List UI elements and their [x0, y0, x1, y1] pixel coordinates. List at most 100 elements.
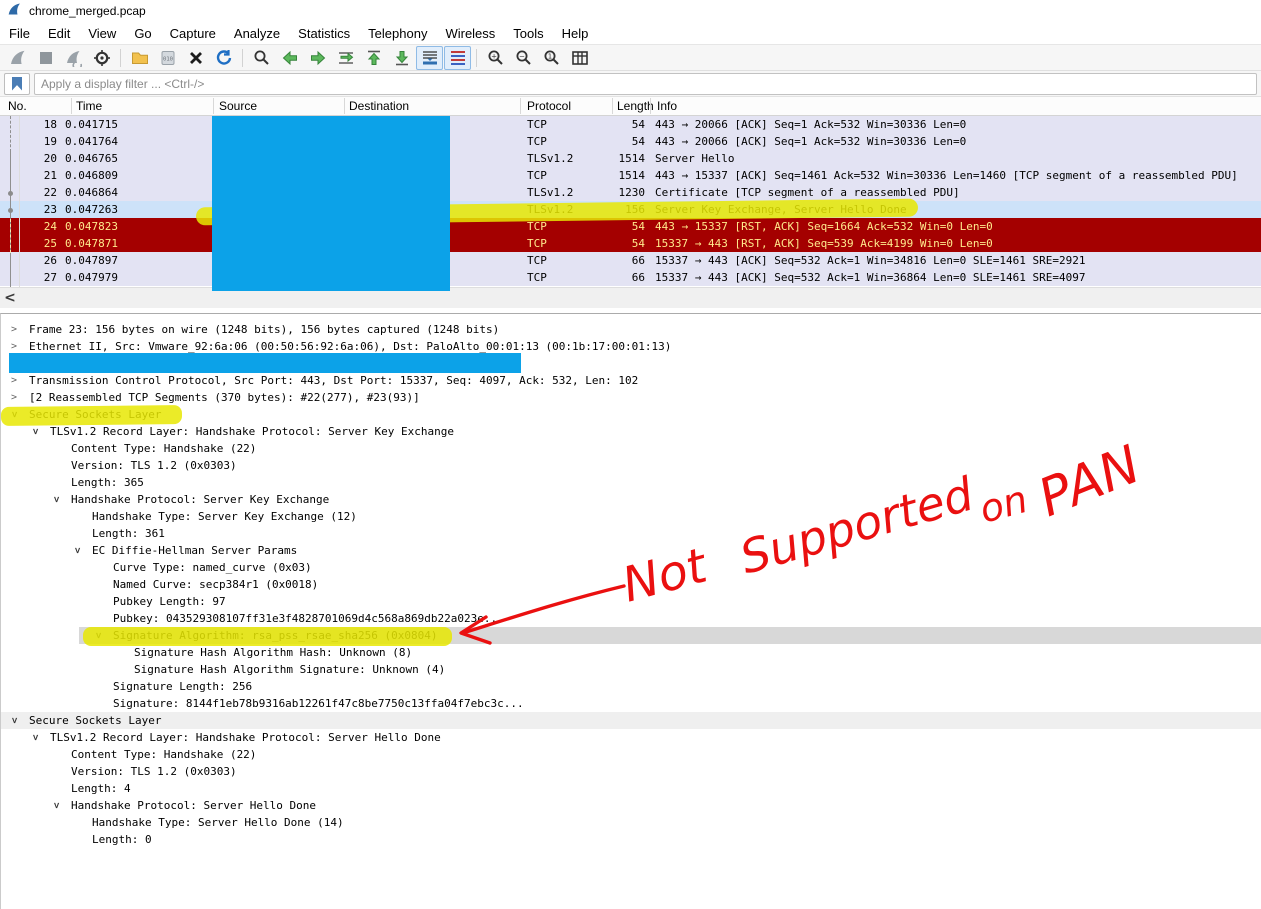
- restart-capture-icon[interactable]: [60, 46, 87, 70]
- packet-row-25[interactable]: 25 0.047871 TCP 54 15337 → 443 [RST, ACK] Se…: [0, 235, 1261, 252]
- detail-line-26[interactable]: Content Type: Handshake (22): [1, 746, 1261, 763]
- chevron-down-icon[interactable]: >: [48, 493, 65, 507]
- column-separator[interactable]: [344, 98, 345, 114]
- menu-item-help[interactable]: Help: [553, 24, 598, 43]
- main-toolbar: 010 + − 1: [0, 44, 1261, 71]
- filter-bookmark-button[interactable]: [4, 72, 30, 95]
- go-forward-icon[interactable]: [304, 46, 331, 70]
- open-file-icon[interactable]: [126, 46, 153, 70]
- scroll-left-icon[interactable]: <: [2, 289, 18, 307]
- chevron-right-icon[interactable]: >: [7, 389, 21, 406]
- packet-row-19[interactable]: 19 0.041764 TCP 54 443 → 20066 [ACK] Seq=1 A…: [0, 133, 1261, 150]
- detail-line-12[interactable]: Handshake Type: Server Key Exchange (12): [1, 508, 1261, 525]
- detail-line-18[interactable]: Pubkey: 043529308107ff31e3f4828701069d4c…: [1, 610, 1261, 627]
- packet-row-22[interactable]: 22 0.046864 TLSv1.2 1230 Certificate [TCP se…: [0, 184, 1261, 201]
- detail-line-21[interactable]: Signature Hash Algorithm Signature: Unkn…: [1, 661, 1261, 678]
- go-first-icon[interactable]: [360, 46, 387, 70]
- packet-row-21[interactable]: 21 0.046809 TCP 1514 443 → 15337 [ACK] Seq=1…: [0, 167, 1261, 184]
- start-capture-icon[interactable]: [4, 46, 31, 70]
- detail-line-3[interactable]: [1, 353, 1261, 373]
- column-header-source[interactable]: Source: [219, 97, 257, 115]
- stop-capture-icon[interactable]: [32, 46, 59, 70]
- menu-item-go[interactable]: Go: [125, 24, 160, 43]
- zoom-in-icon[interactable]: +: [482, 46, 509, 70]
- menu-item-edit[interactable]: Edit: [39, 24, 79, 43]
- menu-item-tools[interactable]: Tools: [504, 24, 552, 43]
- chevron-down-icon[interactable]: >: [69, 544, 86, 558]
- menu-item-capture[interactable]: Capture: [161, 24, 225, 43]
- column-header-info[interactable]: Info: [657, 97, 677, 115]
- reload-file-icon[interactable]: [210, 46, 237, 70]
- packet-row-26[interactable]: 26 0.047897 TCP 66 15337 → 443 [ACK] Seq=532…: [0, 252, 1261, 269]
- related-packets-indicator: [10, 219, 11, 253]
- detail-line-23[interactable]: Signature: 8144f1eb78b9316ab12261f47c8be…: [1, 695, 1261, 712]
- zoom-out-icon[interactable]: −: [510, 46, 537, 70]
- packet-row-20[interactable]: 20 0.046765 TLSv1.2 1514 Server Hello: [0, 150, 1261, 167]
- column-separator[interactable]: [213, 98, 214, 114]
- detail-text: Length: 4: [71, 782, 131, 795]
- detail-line-8[interactable]: Content Type: Handshake (22): [1, 440, 1261, 457]
- detail-line-7[interactable]: > TLSv1.2 Record Layer: Handshake Protoco…: [1, 423, 1261, 440]
- column-header-length[interactable]: Length: [617, 97, 654, 115]
- chevron-down-icon[interactable]: >: [48, 799, 65, 813]
- column-header-no[interactable]: No.: [8, 97, 27, 115]
- capture-options-icon[interactable]: [88, 46, 115, 70]
- column-separator[interactable]: [520, 98, 521, 114]
- detail-line-17[interactable]: Pubkey Length: 97: [1, 593, 1261, 610]
- column-separator[interactable]: [71, 98, 72, 114]
- detail-line-4[interactable]: > Transmission Control Protocol, Src Port…: [1, 372, 1261, 389]
- chevron-down-icon[interactable]: >: [6, 714, 23, 728]
- detail-line-15[interactable]: Curve Type: named_curve (0x03): [1, 559, 1261, 576]
- menu-item-analyze[interactable]: Analyze: [225, 24, 289, 43]
- detail-line-11[interactable]: > Handshake Protocol: Server Key Exchange: [1, 491, 1261, 508]
- detail-line-20[interactable]: Signature Hash Algorithm Hash: Unknown (…: [1, 644, 1261, 661]
- packet-row-27[interactable]: 27 0.047979 TCP 66 15337 → 443 [ACK] Seq=532…: [0, 269, 1261, 286]
- go-back-icon[interactable]: [276, 46, 303, 70]
- detail-line-9[interactable]: Version: TLS 1.2 (0x0303): [1, 457, 1261, 474]
- menu-item-wireless[interactable]: Wireless: [436, 24, 504, 43]
- detail-line-6[interactable]: >Secure Sockets Layer: [1, 406, 1261, 423]
- detail-line-27[interactable]: Version: TLS 1.2 (0x0303): [1, 763, 1261, 780]
- column-separator[interactable]: [650, 98, 651, 114]
- detail-line-28[interactable]: Length: 4: [1, 780, 1261, 797]
- detail-line-14[interactable]: > EC Diffie-Hellman Server Params: [1, 542, 1261, 559]
- menu-item-statistics[interactable]: Statistics: [289, 24, 359, 43]
- detail-line-10[interactable]: Length: 365: [1, 474, 1261, 491]
- detail-line-1[interactable]: > Frame 23: 156 bytes on wire (1248 bits)…: [1, 321, 1261, 338]
- chevron-right-icon[interactable]: >: [7, 372, 21, 389]
- detail-line-13[interactable]: Length: 361: [1, 525, 1261, 542]
- close-file-icon[interactable]: [182, 46, 209, 70]
- detail-line-24[interactable]: > Secure Sockets Layer: [1, 712, 1261, 729]
- chevron-down-icon[interactable]: >: [27, 731, 44, 745]
- chevron-down-icon[interactable]: >: [27, 425, 44, 439]
- redaction-overlay: [212, 116, 450, 291]
- save-file-icon[interactable]: 010: [154, 46, 181, 70]
- resize-columns-icon[interactable]: [566, 46, 593, 70]
- go-last-icon[interactable]: [388, 46, 415, 70]
- auto-scroll-icon[interactable]: [416, 45, 443, 70]
- detail-line-29[interactable]: > Handshake Protocol: Server Hello Done: [1, 797, 1261, 814]
- menu-item-file[interactable]: File: [0, 24, 39, 43]
- detail-line-16[interactable]: Named Curve: secp384r1 (0x0018): [1, 576, 1261, 593]
- chevron-right-icon[interactable]: >: [7, 321, 21, 338]
- colorize-icon[interactable]: [444, 45, 471, 70]
- detail-line-30[interactable]: Handshake Type: Server Hello Done (14): [1, 814, 1261, 831]
- detail-line-25[interactable]: > TLSv1.2 Record Layer: Handshake Protoco…: [1, 729, 1261, 746]
- column-header-time[interactable]: Time: [76, 97, 102, 115]
- go-to-packet-icon[interactable]: [332, 46, 359, 70]
- zoom-normal-icon[interactable]: 1: [538, 46, 565, 70]
- packet-list-hscrollbar[interactable]: <: [0, 287, 1261, 308]
- find-packet-icon[interactable]: [248, 46, 275, 70]
- display-filter-input[interactable]: [34, 72, 1257, 95]
- packet-row-24[interactable]: 24 0.047823 TCP 54 443 → 15337 [RST, ACK] Se…: [0, 218, 1261, 235]
- menu-item-view[interactable]: View: [79, 24, 125, 43]
- menu-item-telephony[interactable]: Telephony: [359, 24, 436, 43]
- packet-row-18[interactable]: 18 0.041715 TCP 54 443 → 20066 [ACK] Seq=1 A…: [0, 116, 1261, 133]
- detail-line-5[interactable]: > [2 Reassembled TCP Segments (370 bytes)…: [1, 389, 1261, 406]
- column-header-protocol[interactable]: Protocol: [527, 97, 571, 115]
- column-separator[interactable]: [612, 98, 613, 114]
- column-header-destination[interactable]: Destination: [349, 97, 409, 115]
- detail-line-31[interactable]: Length: 0: [1, 831, 1261, 848]
- cell-len: 1230: [618, 186, 646, 199]
- detail-line-22[interactable]: Signature Length: 256: [1, 678, 1261, 695]
